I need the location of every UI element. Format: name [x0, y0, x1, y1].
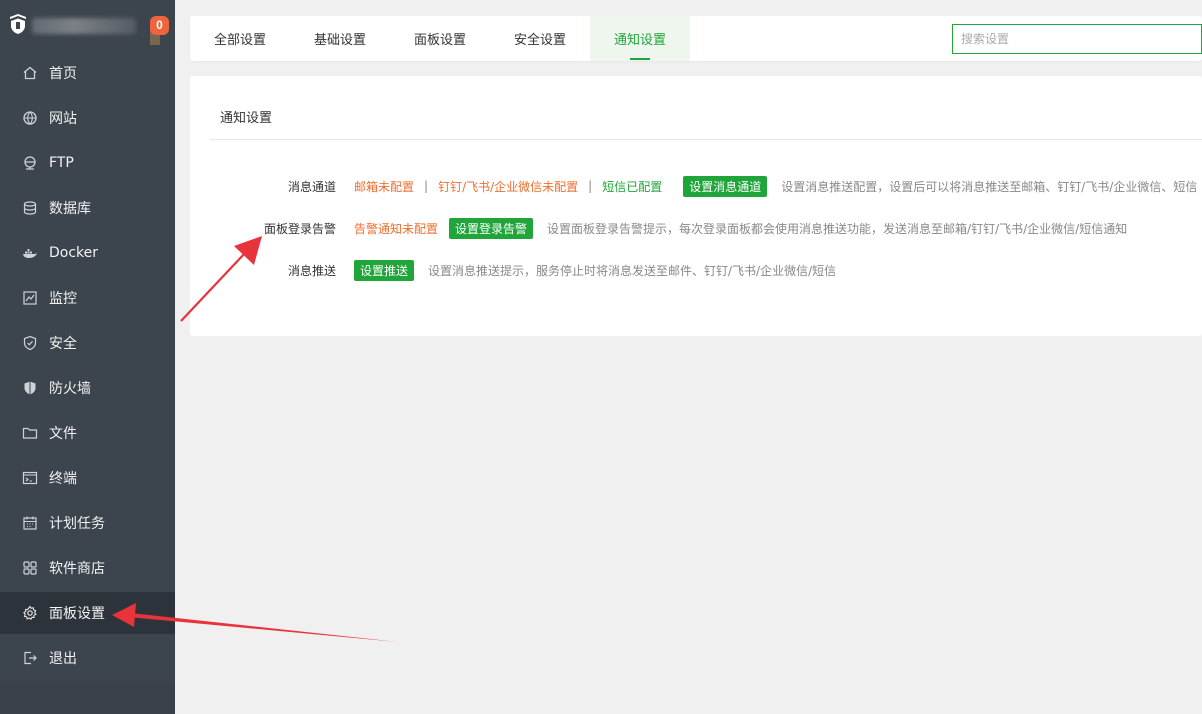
shield-check-icon: [22, 335, 38, 351]
sidebar-item-label: 监控: [49, 291, 77, 307]
folder-icon: [22, 425, 38, 441]
search-input[interactable]: [952, 24, 1202, 54]
sidebar-item-label: Docker: [49, 245, 99, 261]
tab-label: 基础设置: [313, 33, 366, 48]
email-status: 邮箱未配置: [354, 179, 415, 194]
alert-status: 告警通知未配置: [354, 221, 439, 236]
row-description: 设置消息推送配置，设置后可以将消息推送至邮箱、钉钉/飞书/企业微信、短信: [781, 179, 1198, 194]
sidebar-item-label: 防火墙: [49, 381, 91, 397]
sidebar-item-label: 数据库: [49, 201, 91, 217]
tab-label: 面板设置: [413, 33, 466, 48]
sidebar-item-app-store[interactable]: 软件商店: [0, 547, 175, 589]
sidebar-item-label: 面板设置: [49, 606, 105, 622]
sidebar: 0 首页 网站 FTP 数据库 Docker 监控 安全 防火墙 文件 终端 计…: [0, 0, 175, 714]
tab-security-settings[interactable]: 安全设置: [490, 16, 590, 61]
setting-row-message-channel: 消息通道 邮箱未配置 | 钉钉/飞书/企业微信未配置 | 短信已配置 设置消息通…: [190, 175, 1197, 197]
database-icon: [22, 200, 38, 216]
set-message-channel-button[interactable]: 设置消息通道: [683, 175, 768, 197]
panel-title: 通知设置: [220, 111, 273, 126]
sidebar-item-label: 首页: [49, 66, 77, 82]
apps-grid-icon: [22, 560, 38, 576]
separator: |: [424, 179, 429, 193]
logo-icon: [10, 14, 26, 34]
row-label: 消息推送: [287, 263, 336, 278]
row-description: 设置面板登录告警提示，每次登录面板都会使用消息推送功能，发送消息至邮箱/钉钉/飞…: [547, 221, 1128, 236]
sidebar-item-firewall[interactable]: 防火墙: [0, 367, 175, 409]
sidebar-item-database[interactable]: 数据库: [0, 187, 175, 229]
sidebar-item-monitor[interactable]: 监控: [0, 277, 175, 319]
docker-icon: [22, 245, 38, 261]
im-status: 钉钉/飞书/企业微信未配置: [438, 179, 579, 194]
separator: |: [588, 179, 593, 193]
username-blurred: [32, 18, 136, 34]
sidebar-item-panel-settings[interactable]: 面板设置: [0, 592, 175, 634]
sidebar-item-terminal[interactable]: 终端: [0, 457, 175, 499]
row-description: 设置消息推送提示，服务停止时将消息发送至邮件、钉钉/飞书/企业微信/短信: [428, 263, 837, 278]
monitor-icon: [22, 290, 38, 306]
tab-basic-settings[interactable]: 基础设置: [290, 16, 390, 61]
sidebar-item-security[interactable]: 安全: [0, 322, 175, 364]
globe-icon: [22, 110, 38, 126]
gear-icon: [22, 605, 38, 621]
firewall-shield-icon: [22, 380, 38, 396]
ftp-icon: [22, 155, 38, 171]
sidebar-item-label: 网站: [49, 111, 77, 127]
tab-label: 通知设置: [613, 33, 666, 48]
sidebar-item-label: 计划任务: [49, 516, 105, 532]
sidebar-item-logout[interactable]: 退出: [0, 637, 175, 679]
terminal-icon: [22, 470, 38, 486]
sidebar-header: 0: [0, 0, 175, 51]
tab-notification-settings[interactable]: 通知设置: [590, 16, 690, 61]
sidebar-item-label: FTP: [49, 155, 74, 171]
sidebar-item-ftp[interactable]: FTP: [0, 142, 175, 184]
row-label: 消息通道: [287, 179, 336, 194]
tab-label: 全部设置: [213, 33, 266, 48]
divider: [210, 139, 1202, 140]
setting-row-message-push: 消息推送 设置推送 设置消息推送提示，服务停止时将消息发送至邮件、钉钉/飞书/企…: [190, 259, 836, 281]
calendar-icon: [22, 515, 38, 531]
tab-panel-settings[interactable]: 面板设置: [390, 16, 490, 61]
home-icon: [22, 65, 38, 81]
logout-icon: [22, 650, 38, 666]
set-push-button[interactable]: 设置推送: [354, 259, 415, 281]
row-label: 面板登录告警: [263, 221, 336, 236]
sidebar-item-label: 终端: [49, 471, 77, 487]
active-tab-indicator: [630, 58, 650, 60]
notification-settings-panel: 通知设置 消息通道 邮箱未配置 | 钉钉/飞书/企业微信未配置 | 短信已配置 …: [190, 76, 1202, 336]
sidebar-item-files[interactable]: 文件: [0, 412, 175, 454]
notification-badge[interactable]: 0: [150, 16, 169, 35]
sidebar-item-label: 安全: [49, 336, 77, 352]
sms-status: 短信已配置: [602, 179, 663, 194]
sidebar-item-label: 软件商店: [49, 561, 105, 577]
tab-label: 安全设置: [513, 33, 566, 48]
tab-all-settings[interactable]: 全部设置: [190, 16, 290, 61]
sidebar-item-docker[interactable]: Docker: [0, 232, 175, 274]
sidebar-item-website[interactable]: 网站: [0, 97, 175, 139]
setting-row-login-alert: 面板登录告警 告警通知未配置 设置登录告警 设置面板登录告警提示，每次登录面板都…: [190, 217, 1127, 239]
sidebar-item-cron[interactable]: 计划任务: [0, 502, 175, 544]
sidebar-item-label: 文件: [49, 426, 77, 442]
sidebar-item-home[interactable]: 首页: [0, 52, 175, 94]
sidebar-footer: [0, 682, 175, 714]
sidebar-item-label: 退出: [49, 651, 77, 667]
set-login-alert-button[interactable]: 设置登录告警: [449, 217, 534, 239]
